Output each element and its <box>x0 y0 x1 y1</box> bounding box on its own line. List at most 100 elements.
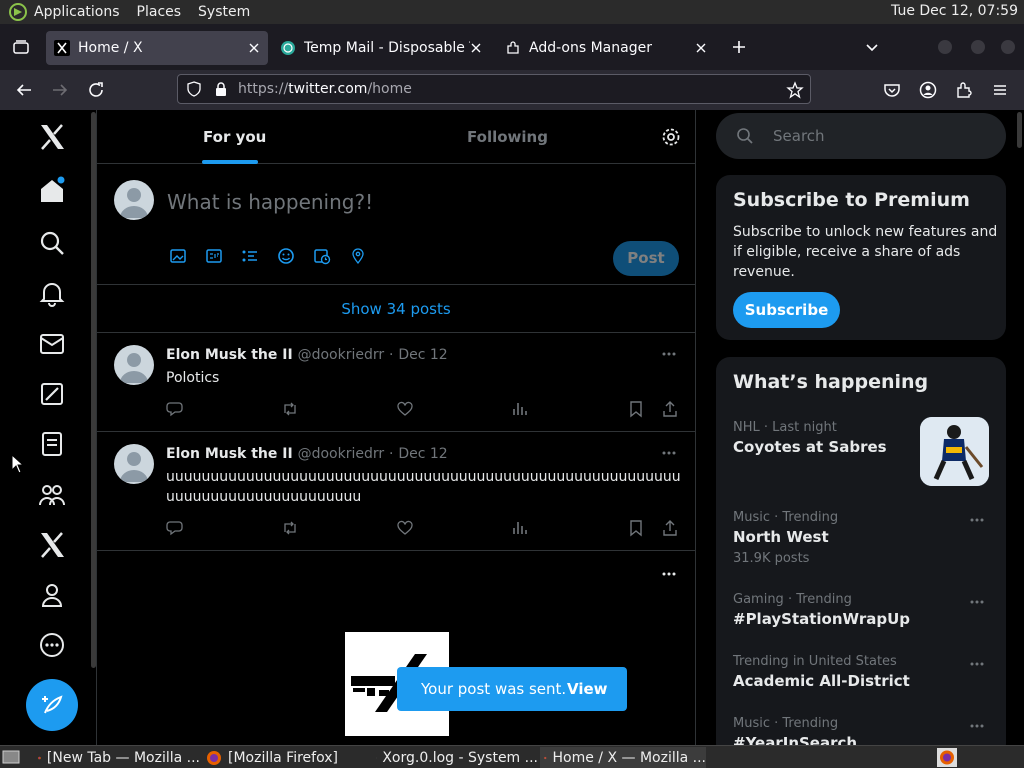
back-arrow-icon[interactable] <box>15 81 33 99</box>
menu-applications[interactable]: Applications <box>34 4 120 20</box>
more-circle-icon[interactable] <box>37 630 67 660</box>
more-dots-icon[interactable] <box>969 656 985 672</box>
tweet[interactable]: Elon Musk the II @dookriedrr · Dec 12 Po… <box>97 333 695 432</box>
browser-tab-strip: Home / X Temp Mail - Disposable Tem Add-… <box>0 24 1024 70</box>
os-taskbar: [New Tab — Mozilla ... [Mozilla Firefox]… <box>0 745 1024 768</box>
system-clock[interactable]: Tue Dec 12, 07:59 <box>891 3 1018 19</box>
menu-system[interactable]: System <box>198 4 250 20</box>
taskbar-item[interactable]: [Mozilla Firefox] <box>202 747 368 768</box>
close-icon[interactable] <box>246 40 262 56</box>
lists-icon[interactable] <box>37 429 67 459</box>
image-icon[interactable] <box>169 247 187 265</box>
bookmark-icon[interactable] <box>627 519 645 537</box>
tweet[interactable]: Elon Musk the II @dookriedrr · Dec 12 uu… <box>97 432 695 551</box>
taskbar-item[interactable]: Xorg.0.log - System ... <box>372 747 538 768</box>
profile-icon[interactable] <box>37 580 67 610</box>
window-controls-icon[interactable] <box>936 38 1016 56</box>
trend-context: Gaming · Trending <box>733 592 852 607</box>
tab-addons-manager[interactable]: Add-ons Manager <box>497 31 715 65</box>
home-icon[interactable] <box>37 176 67 206</box>
like-heart-icon[interactable] <box>396 519 414 537</box>
account-icon[interactable] <box>919 81 937 99</box>
premium-x-icon[interactable] <box>37 530 67 560</box>
extensions-icon[interactable] <box>955 81 973 99</box>
trend-item[interactable]: Music · Trending #YearInSearch <box>733 716 993 745</box>
reply-icon[interactable] <box>166 519 184 537</box>
more-dots-icon[interactable] <box>969 718 985 734</box>
tab-overview-icon[interactable] <box>12 39 30 55</box>
tweet-author-name[interactable]: Elon Musk the II <box>166 446 293 462</box>
chevron-down-icon[interactable] <box>864 39 880 55</box>
trend-item[interactable]: Gaming · Trending #PlayStationWrapUp <box>733 592 993 633</box>
reload-icon[interactable] <box>87 81 105 99</box>
emoji-icon[interactable] <box>277 247 295 265</box>
grok-icon[interactable] <box>37 379 67 409</box>
more-dots-icon[interactable] <box>969 512 985 528</box>
gear-icon[interactable] <box>661 127 681 147</box>
default-avatar-icon <box>120 452 148 482</box>
more-dots-icon[interactable] <box>661 566 677 582</box>
bookmark-star-icon[interactable] <box>786 81 804 99</box>
poll-icon[interactable] <box>241 247 259 265</box>
menu-places[interactable]: Places <box>137 4 182 20</box>
repost-icon[interactable] <box>281 519 299 537</box>
show-desktop-icon[interactable] <box>2 749 20 765</box>
show-new-posts[interactable]: Show 34 posts <box>97 285 695 333</box>
bell-icon[interactable] <box>37 278 67 308</box>
close-icon[interactable] <box>468 40 484 56</box>
trend-context: Trending in United States <box>733 654 897 669</box>
taskbar-item[interactable]: Home / X — Mozilla ... <box>540 747 706 768</box>
trend-thumbnail[interactable] <box>920 417 989 486</box>
share-icon[interactable] <box>661 400 679 418</box>
share-icon[interactable] <box>661 519 679 537</box>
mail-icon[interactable] <box>37 329 67 359</box>
compose-post-button[interactable] <box>26 679 78 731</box>
tweet-date[interactable]: Dec 12 <box>398 347 447 363</box>
search-icon[interactable] <box>37 228 67 258</box>
tweet-handle[interactable]: @dookriedrr <box>298 347 385 363</box>
tweet-date[interactable]: Dec 12 <box>398 446 447 462</box>
tab-following[interactable]: Following <box>467 128 548 146</box>
taskbar-item[interactable]: [New Tab — Mozilla ... <box>34 747 200 768</box>
lock-icon[interactable] <box>214 81 228 97</box>
tab-home-x[interactable]: Home / X <box>46 31 268 65</box>
pocket-icon[interactable] <box>883 81 901 99</box>
avatar[interactable] <box>114 444 154 484</box>
search-input[interactable]: Search <box>716 113 1006 159</box>
toast-view-link[interactable]: View <box>567 667 608 711</box>
url-bar[interactable]: https://twitter.com/home <box>177 74 811 104</box>
shield-icon[interactable] <box>186 81 202 97</box>
location-icon[interactable] <box>349 247 367 265</box>
x-logo-icon[interactable] <box>37 122 67 152</box>
system-logo-icon[interactable] <box>8 2 28 22</box>
bookmark-icon[interactable] <box>627 400 645 418</box>
views-chart-icon[interactable] <box>511 400 529 418</box>
trend-item[interactable]: Music · Trending North West 31.9K posts <box>733 510 993 566</box>
close-icon[interactable] <box>693 40 709 56</box>
tab-temp-mail[interactable]: Temp Mail - Disposable Tem <box>272 31 490 65</box>
gif-icon[interactable] <box>205 247 223 265</box>
subscribe-button[interactable]: Subscribe <box>733 292 840 328</box>
schedule-icon[interactable] <box>313 247 331 265</box>
repost-icon[interactable] <box>281 400 299 418</box>
trend-item[interactable]: Trending in United States Academic All-D… <box>733 654 993 695</box>
tweet-author-name[interactable]: Elon Musk the II <box>166 347 293 363</box>
views-chart-icon[interactable] <box>511 519 529 537</box>
tab-for-you[interactable]: For you <box>203 128 266 146</box>
hamburger-menu-icon[interactable] <box>991 81 1009 99</box>
more-dots-icon[interactable] <box>969 594 985 610</box>
more-dots-icon[interactable] <box>661 346 677 362</box>
more-dots-icon[interactable] <box>661 445 677 461</box>
avatar[interactable] <box>114 180 154 220</box>
communities-icon[interactable] <box>37 480 67 510</box>
post-button[interactable]: Post <box>613 241 679 276</box>
right-scrollbar[interactable] <box>1017 112 1022 148</box>
forward-arrow-icon[interactable] <box>51 81 69 99</box>
tweet-handle[interactable]: @dookriedrr <box>298 446 385 462</box>
new-tab-icon[interactable] <box>731 39 747 55</box>
reply-icon[interactable] <box>166 400 184 418</box>
avatar[interactable] <box>114 345 154 385</box>
firefox-tray-icon[interactable] <box>937 748 957 767</box>
like-heart-icon[interactable] <box>396 400 414 418</box>
composer-input[interactable]: What is happening?! <box>167 190 373 214</box>
